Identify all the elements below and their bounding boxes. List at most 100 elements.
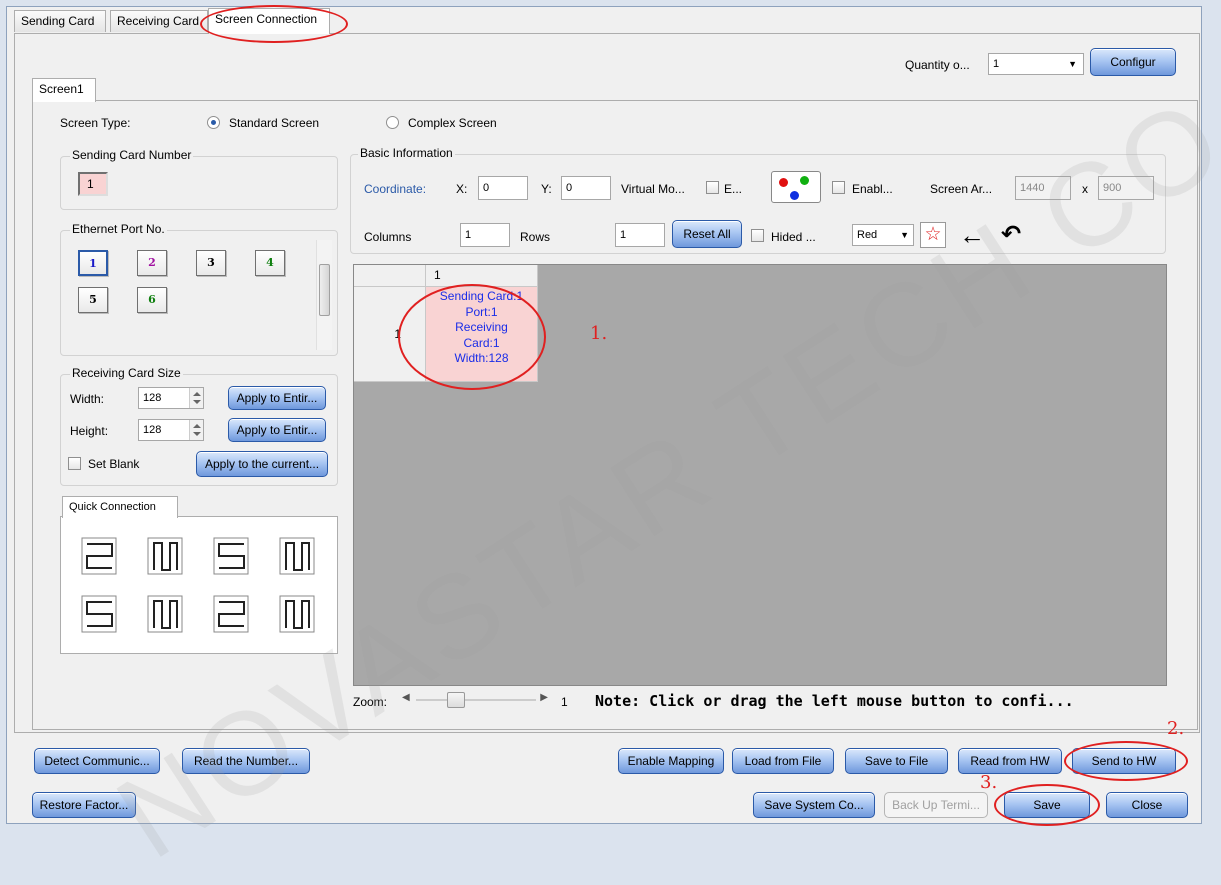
grid-column-header: 1 <box>426 265 538 287</box>
quantity-select[interactable]: 1 ▼ <box>988 53 1084 75</box>
pattern-4-icon <box>279 537 315 575</box>
enable-mapping-button[interactable]: Enable Mapping <box>618 748 724 774</box>
save-system-config-button[interactable]: Save System Co... <box>753 792 875 818</box>
columns-input[interactable]: 1 <box>460 223 510 247</box>
y-input[interactable]: 0 <box>561 176 611 200</box>
grid-row-header: 1 <box>354 287 426 382</box>
quick-connection-patterns[interactable] <box>68 528 330 648</box>
quick-connection-tab[interactable]: Quick Connection <box>62 496 178 518</box>
tab-sending-card[interactable]: Sending Card <box>14 10 106 32</box>
width-input[interactable]: 128 <box>138 387 204 409</box>
read-from-hw-button[interactable]: Read from HW <box>958 748 1062 774</box>
arrow-left-icon[interactable]: ← <box>958 222 986 250</box>
height-value: 128 <box>143 424 162 436</box>
ethernet-scrollbar[interactable] <box>316 240 332 350</box>
ethernet-port-5[interactable]: 5 <box>78 287 108 313</box>
ethernet-port-2[interactable]: 2 <box>137 250 167 276</box>
cell-line: Card:1 <box>463 335 500 350</box>
slider-left-arrow-icon[interactable]: ◀ <box>402 692 410 703</box>
cell-line: Receiving <box>455 320 508 334</box>
enable-checkbox[interactable] <box>832 181 845 194</box>
zoom-note: Note: Click or drag the left mouse butto… <box>595 692 1074 710</box>
chevron-down-icon: ▼ <box>1068 59 1077 69</box>
slider-thumb[interactable] <box>446 692 465 708</box>
tab-receiving-card[interactable]: Receiving Card <box>110 10 208 32</box>
annotation-number-3: 3. <box>980 772 998 793</box>
cell-line: Sending Card:1 <box>439 289 524 303</box>
ethernet-port-1[interactable]: 1 <box>78 250 108 276</box>
receiving-card-size-title: Receiving Card Size <box>70 366 183 380</box>
read-number-button[interactable]: Read the Number... <box>182 748 310 774</box>
configure-button[interactable]: Configur <box>1090 48 1176 76</box>
height-input[interactable]: 128 <box>138 419 204 441</box>
screen-height-field: 900 <box>1098 176 1154 200</box>
pattern-3-icon <box>213 537 249 575</box>
sending-card-number[interactable]: 1 <box>78 172 108 196</box>
pattern-6-icon <box>147 595 183 633</box>
complex-screen-label: Complex Screen <box>408 116 497 130</box>
detect-communication-button[interactable]: Detect Communic... <box>34 748 160 774</box>
pattern-7-icon <box>213 595 249 633</box>
restore-factory-button[interactable]: Restore Factor... <box>32 792 136 818</box>
apply-current-button[interactable]: Apply to the current... <box>196 451 328 477</box>
virtual-e-label: E... <box>724 182 743 196</box>
coordinate-label: Coordinate: <box>364 182 427 196</box>
zoom-value: 1 <box>561 695 568 709</box>
color-select[interactable]: Red ▼ <box>852 224 914 246</box>
hided-label: Hided ... <box>771 230 816 244</box>
zoom-slider[interactable]: ◀ ▶ <box>400 690 550 710</box>
pattern-5-icon <box>81 595 117 633</box>
star-icon[interactable]: ☆ <box>920 222 946 248</box>
columns-label: Columns <box>364 230 412 244</box>
apply-height-entire-button[interactable]: Apply to Entir... <box>228 418 326 442</box>
close-button[interactable]: Close <box>1106 792 1188 818</box>
tab-screen-connection[interactable]: Screen Connection <box>208 8 330 34</box>
load-from-file-button[interactable]: Load from File <box>732 748 834 774</box>
grid-cell[interactable]: Sending Card:1 Port:1 Receiving Card:1 W… <box>426 287 538 382</box>
standard-screen-radio[interactable] <box>207 116 220 129</box>
ethernet-port-6[interactable]: 6 <box>137 287 167 313</box>
ethernet-port-title: Ethernet Port No. <box>70 222 167 236</box>
standard-screen-label: Standard Screen <box>229 116 320 130</box>
cell-line: Width:128 <box>454 351 509 365</box>
cell-line: Port:1 <box>465 304 498 319</box>
scrollbar-thumb[interactable] <box>319 264 330 316</box>
width-value: 128 <box>143 392 162 404</box>
hided-checkbox[interactable] <box>751 229 764 242</box>
undo-icon[interactable]: ↶ <box>996 222 1026 250</box>
width-spinner[interactable] <box>189 388 203 408</box>
chevron-down-icon: ▼ <box>900 230 909 240</box>
screen-x-label: x <box>1082 182 1088 196</box>
basic-info-title: Basic Information <box>358 146 455 160</box>
annotation-number-1: 1. <box>590 323 608 344</box>
zoom-label: Zoom: <box>353 695 388 709</box>
reset-all-button[interactable]: Reset All <box>672 220 742 248</box>
rows-input[interactable]: 1 <box>615 223 665 247</box>
y-label: Y: <box>541 182 552 196</box>
pattern-2-icon <box>147 537 183 575</box>
slider-right-arrow-icon[interactable]: ▶ <box>540 692 548 703</box>
ethernet-port-3[interactable]: 3 <box>196 250 226 276</box>
screen-type-label: Screen Type: <box>60 116 131 130</box>
send-to-hw-button[interactable]: Send to HW <box>1072 748 1176 774</box>
save-button[interactable]: Save <box>1004 792 1090 818</box>
grid-corner <box>354 265 426 287</box>
x-label: X: <box>456 182 468 196</box>
annotation-number-2: 2. <box>1167 718 1185 739</box>
sending-card-title: Sending Card Number <box>70 148 194 162</box>
rgb-color-icon[interactable] <box>771 171 821 203</box>
height-spinner[interactable] <box>189 420 203 440</box>
save-to-file-button[interactable]: Save to File <box>845 748 948 774</box>
apply-width-entire-button[interactable]: Apply to Entir... <box>228 386 326 410</box>
enable-label: Enabl... <box>852 182 893 196</box>
screen-area-label: Screen Ar... <box>930 182 993 196</box>
virtual-mode-label: Virtual Mo... <box>621 182 685 196</box>
ethernet-port-4[interactable]: 4 <box>255 250 285 276</box>
set-blank-checkbox[interactable] <box>68 457 81 470</box>
virtual-e-checkbox[interactable] <box>706 181 719 194</box>
slider-track <box>416 699 536 701</box>
complex-screen-radio[interactable] <box>386 116 399 129</box>
tab-screen1[interactable]: Screen1 <box>32 78 96 102</box>
x-input[interactable]: 0 <box>478 176 528 200</box>
height-label: Height: <box>70 424 109 438</box>
